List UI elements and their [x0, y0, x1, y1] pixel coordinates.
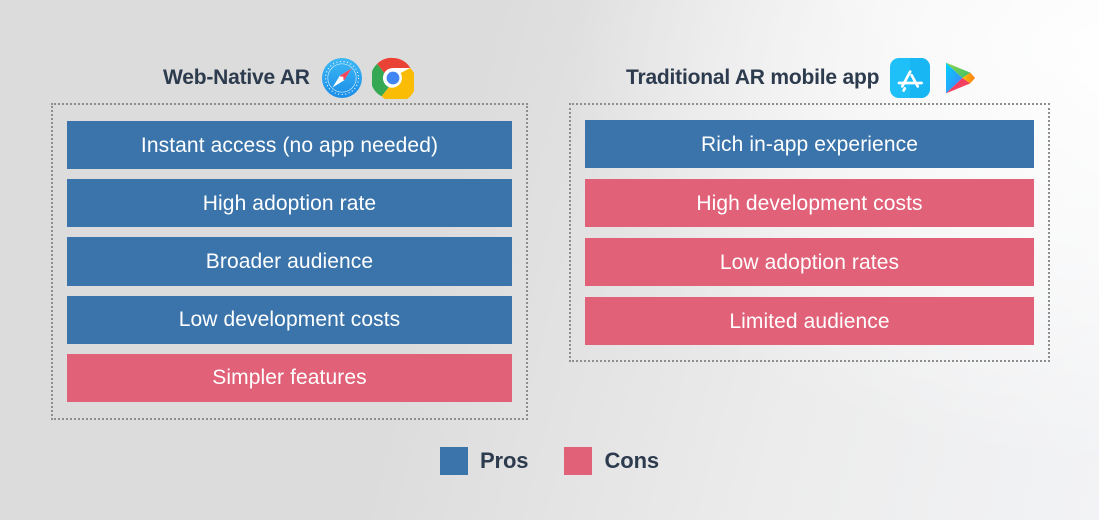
list-item: High development costs: [585, 179, 1034, 227]
legend: Pros Cons: [0, 447, 1099, 475]
column-header-traditional-ar-mobile-app: Traditional AR mobile app: [626, 58, 979, 98]
legend-entry-pros: Pros: [439, 447, 529, 475]
panel-traditional-ar-mobile-app: Rich in-app experience High development …: [569, 103, 1050, 362]
safari-icon: [321, 57, 363, 99]
list-item: Instant access (no app needed): [67, 121, 512, 170]
list-item: Low development costs: [67, 295, 512, 344]
chrome-icon: [371, 57, 414, 99]
legend-label-cons: Cons: [604, 448, 660, 473]
list-item: High adoption rate: [67, 179, 512, 228]
cons-swatch-icon: [564, 447, 593, 475]
app-store-icon: [890, 58, 931, 98]
google-play-icon: [939, 58, 979, 98]
app-store-icon-group: [890, 58, 979, 98]
comparison-infographic: Web-Native AR Traditional AR mobile app …: [0, 0, 1099, 520]
pros-swatch-icon: [439, 447, 468, 475]
list-item: Low adoption rates: [585, 238, 1034, 286]
browser-icon-group: [321, 57, 414, 99]
column-title-traditional-ar-mobile-app: Traditional AR mobile app: [626, 66, 880, 89]
list-item: Rich in-app experience: [585, 120, 1034, 168]
legend-label-pros: Pros: [479, 448, 529, 473]
list-item: Simpler features: [67, 353, 512, 403]
column-title-web-native-ar: Web-Native AR: [163, 66, 310, 89]
legend-entry-cons: Cons: [564, 447, 659, 475]
list-item: Limited audience: [585, 297, 1034, 345]
column-header-web-native-ar: Web-Native AR: [163, 57, 414, 99]
list-item: Broader audience: [67, 237, 512, 286]
panel-web-native-ar: Instant access (no app needed) High adop…: [51, 103, 528, 420]
